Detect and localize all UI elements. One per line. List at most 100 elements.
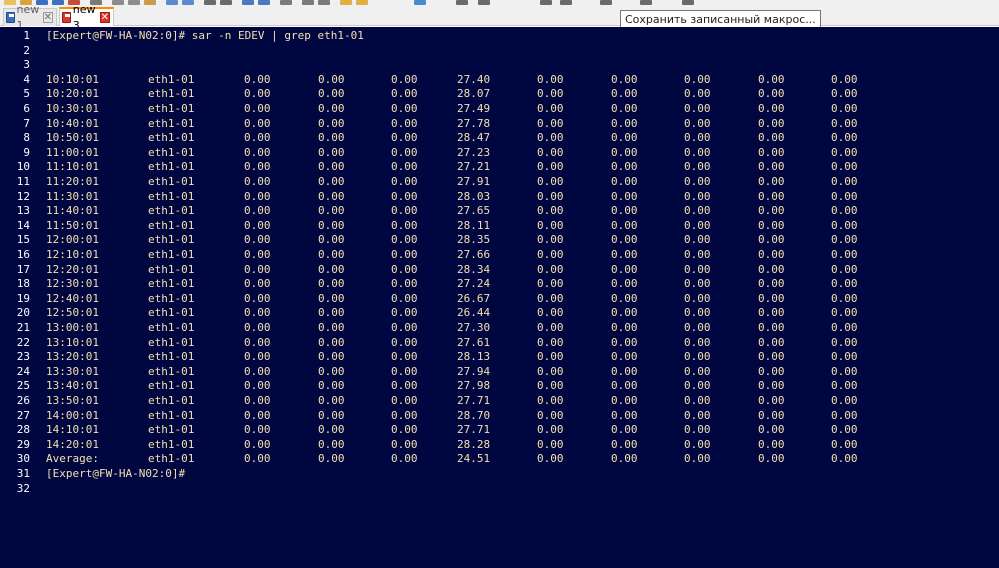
value-cell: 0.00 — [391, 321, 418, 334]
editor-line[interactable]: 14 11:50:01 eth1-01 0.00 0.00 0.00 28.11 0.00 0.… — [0, 219, 999, 234]
editor-text-area[interactable]: 1 [Expert@FW-HA-N02:0]# sar -n EDEV | gre… — [0, 27, 999, 568]
value-cell: 0.00 — [831, 175, 858, 188]
value-cell: 0.00 — [391, 350, 418, 364]
editor-line[interactable]: 15 12:00:01 eth1-01 0.00 0.00 0.00 28.35 0.00 0.… — [0, 233, 999, 248]
value-cell: 27.71 — [457, 423, 491, 437]
value-cell: 0.00 — [244, 116, 271, 130]
editor-line[interactable]: 9 11:00:01 eth1-01 0.00 0.00 0.00 27.23 0.00 0.0… — [0, 146, 999, 161]
value-cell: 0.00 — [611, 452, 638, 466]
value-cell: 27.23 — [457, 145, 491, 159]
time-cell: 11:40:01 — [46, 204, 99, 218]
close-icon[interactable]: ✕ — [42, 12, 53, 23]
editor-line[interactable]: 17 12:20:01 eth1-01 0.00 0.00 0.00 28.34 0.00 0.… — [0, 263, 999, 278]
value-cell: 0.00 — [831, 277, 858, 291]
editor-line[interactable]: 20 12:50:01 eth1-01 0.00 0.00 0.00 26.44 0.00 0.… — [0, 306, 999, 321]
line-number: 17 — [16, 262, 30, 276]
interface-cell: eth1-01 — [148, 204, 195, 218]
editor-line[interactable]: 26 13:50:01 eth1-01 0.00 0.00 0.00 27.71 0.00 0.… — [0, 394, 999, 409]
value-cell: 0.00 — [537, 262, 564, 276]
editor-line[interactable]: 5 10:20:01 eth1-01 0.00 0.00 0.00 28.07 0.00 0.0… — [0, 87, 999, 102]
run-macro-multiple-icon[interactable] — [640, 0, 652, 5]
replace-icon[interactable] — [220, 0, 232, 5]
value-cell: 0.00 — [537, 437, 564, 451]
value-cell: 0.00 — [391, 189, 418, 203]
redo-icon[interactable] — [182, 0, 194, 5]
time-cell: 12:30:01 — [46, 277, 99, 291]
editor-line[interactable]: 22 13:10:01 eth1-01 0.00 0.00 0.00 27.61 0.00 0.… — [0, 336, 999, 351]
value-cell: 0.00 — [684, 350, 711, 364]
line-number: 2 — [23, 43, 30, 57]
value-cell: 0.00 — [831, 306, 858, 320]
value-cell: 0.00 — [391, 364, 418, 378]
save-macro-icon[interactable] — [682, 0, 694, 5]
editor-line[interactable]: 11 11:20:01 eth1-01 0.00 0.00 0.00 27.91 0.00 0.… — [0, 175, 999, 190]
indent-guide-icon[interactable] — [340, 0, 352, 5]
sync-scroll-icon[interactable] — [280, 0, 292, 5]
show-symbols-icon[interactable] — [318, 0, 330, 5]
editor-line[interactable]: 4 10:10:01 eth1-01 0.00 0.00 0.00 27.40 0.00 0.0… — [0, 73, 999, 88]
editor-line[interactable]: 13 11:40:01 eth1-01 0.00 0.00 0.00 27.65 0.00 0.… — [0, 204, 999, 219]
monitor-icon[interactable] — [478, 0, 490, 5]
editor-line[interactable]: 10 11:10:01 eth1-01 0.00 0.00 0.00 27.21 0.00 0.… — [0, 160, 999, 175]
editor-line[interactable]: 25 13:40:01 eth1-01 0.00 0.00 0.00 27.98 0.00 0.… — [0, 379, 999, 394]
value-cell: 0.00 — [318, 394, 345, 407]
word-wrap-icon[interactable] — [302, 0, 314, 5]
value-cell: 0.00 — [391, 116, 418, 130]
editor-line[interactable]: 16 12:10:01 eth1-01 0.00 0.00 0.00 27.66 0.00 0.… — [0, 248, 999, 263]
editor-line[interactable]: 12 11:30:01 eth1-01 0.00 0.00 0.00 28.03 0.00 0.… — [0, 190, 999, 205]
interface-cell: eth1-01 — [148, 379, 195, 393]
editor-line[interactable]: 2 — [0, 44, 999, 59]
copy-icon[interactable] — [128, 0, 140, 5]
record-macro-icon[interactable] — [540, 0, 552, 5]
editor-line[interactable]: 7 10:40:01 eth1-01 0.00 0.00 0.00 27.78 0.00 0.0… — [0, 117, 999, 132]
zoom-in-icon[interactable] — [242, 0, 254, 5]
value-cell: 0.00 — [537, 291, 564, 305]
editor-line[interactable]: 28 14:10:01 eth1-01 0.00 0.00 0.00 27.71 0.00 0.… — [0, 423, 999, 438]
editor-line[interactable]: 24 13:30:01 eth1-01 0.00 0.00 0.00 27.94 0.00 0.… — [0, 365, 999, 380]
tab-new-1[interactable]: new 1 ✕ — [3, 3, 57, 32]
editor-line[interactable]: 30 Average: eth1-01 0.00 0.00 0.00 24.51 0.00 0.… — [0, 452, 999, 467]
value-cell: 0.00 — [611, 160, 638, 174]
value-cell: 0.00 — [684, 87, 711, 101]
value-cell: 0.00 — [758, 72, 785, 86]
editor-line[interactable]: 1 [Expert@FW-HA-N02:0]# sar -n EDEV | gre… — [0, 29, 999, 44]
editor-line[interactable]: 3 — [0, 58, 999, 73]
editor-line[interactable]: 23 13:20:01 eth1-01 0.00 0.00 0.00 28.13 0.00 0.… — [0, 350, 999, 365]
line-number: 16 — [16, 248, 30, 261]
editor-line[interactable]: 19 12:40:01 eth1-01 0.00 0.00 0.00 26.67 0.00 0.… — [0, 292, 999, 307]
play-macro-icon[interactable] — [600, 0, 612, 5]
value-cell: 0.00 — [244, 291, 271, 305]
line-number: 25 — [16, 379, 30, 393]
undo-icon[interactable] — [166, 0, 178, 5]
value-cell: 0.00 — [611, 277, 638, 291]
value-cell: 0.00 — [758, 262, 785, 276]
editor-line[interactable]: 27 14:00:01 eth1-01 0.00 0.00 0.00 28.70 0.00 0.… — [0, 409, 999, 424]
find-icon[interactable] — [204, 0, 216, 5]
tab-new-3[interactable]: new 3 ✕ — [59, 3, 114, 32]
value-cell: 0.00 — [684, 204, 711, 218]
stop-macro-icon[interactable] — [560, 0, 572, 5]
folder-workspace-icon[interactable] — [456, 0, 468, 5]
paste-icon[interactable] — [144, 0, 156, 5]
line-number: 30 — [16, 452, 30, 466]
new-file-icon[interactable] — [4, 0, 16, 5]
editor-line[interactable]: 29 14:20:01 eth1-01 0.00 0.00 0.00 28.28 0.00 0.… — [0, 438, 999, 453]
editor-line[interactable]: 8 10:50:01 eth1-01 0.00 0.00 0.00 28.47 0.00 0.0… — [0, 131, 999, 146]
cut-icon[interactable] — [112, 0, 124, 5]
interface-cell: eth1-01 — [148, 394, 195, 407]
close-icon[interactable]: ✕ — [99, 12, 110, 23]
editor-line[interactable]: 21 13:00:01 eth1-01 0.00 0.00 0.00 27.30 0.00 0.… — [0, 321, 999, 336]
interface-cell: eth1-01 — [148, 364, 195, 378]
editor-line[interactable]: 18 12:30:01 eth1-01 0.00 0.00 0.00 27.24 0.00 0.… — [0, 277, 999, 292]
save-all-icon[interactable] — [52, 0, 64, 5]
function-list-icon[interactable] — [414, 0, 426, 5]
editor-line[interactable]: 31 [Expert@FW-HA-N02:0]# — [0, 467, 999, 482]
value-cell: 0.00 — [244, 379, 271, 393]
language-icon[interactable] — [356, 0, 368, 5]
time-cell: 12:50:01 — [46, 306, 99, 320]
editor-line[interactable]: 6 10:30:01 eth1-01 0.00 0.00 0.00 27.49 0.00 0.0… — [0, 102, 999, 117]
value-cell: 0.00 — [537, 145, 564, 159]
editor-line[interactable]: 32 — [0, 482, 999, 497]
zoom-out-icon[interactable] — [258, 0, 270, 5]
value-cell: 0.00 — [611, 116, 638, 130]
